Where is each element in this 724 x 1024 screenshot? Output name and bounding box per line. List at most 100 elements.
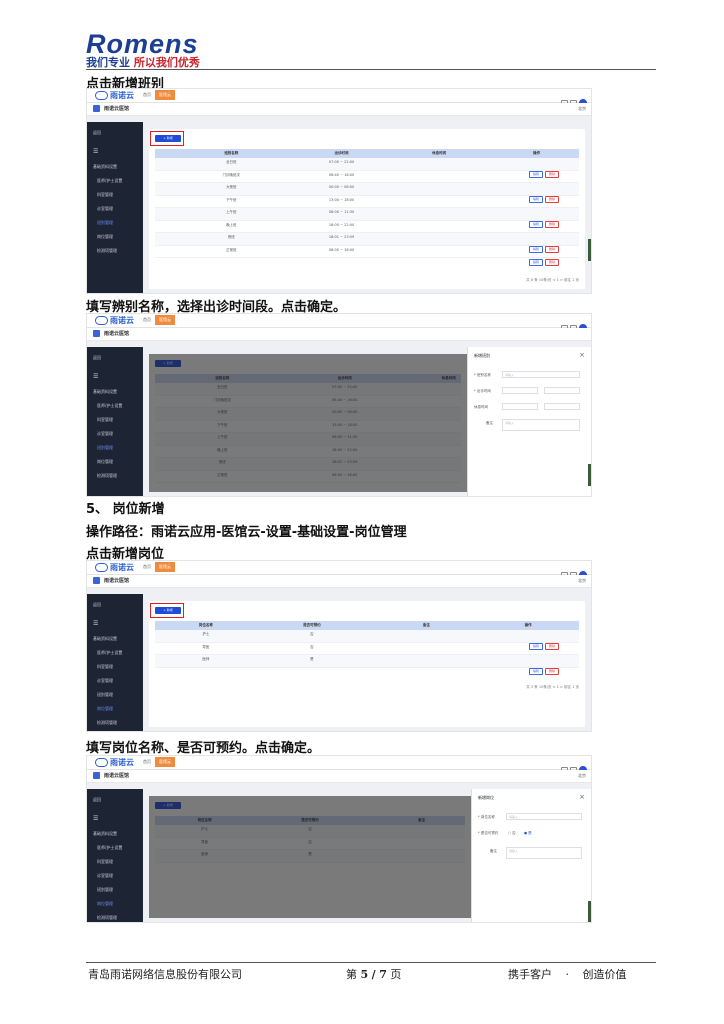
- pagination[interactable]: 共 3 条 10条/页 < 1 > 前往 1 页: [526, 685, 579, 690]
- menu-icon[interactable]: ☰: [93, 373, 98, 380]
- sidebar-item-room[interactable]: 诊室管理: [97, 873, 113, 879]
- remark-textarea[interactable]: 请输入: [502, 419, 580, 431]
- table-row: 正常班 08:00 ~ 18:00 编辑 删除: [155, 246, 579, 266]
- page-title: 雨诺云医馆: [104, 578, 130, 584]
- edit-button[interactable]: 编辑: [529, 668, 543, 675]
- field-label-shift-name: * 班别名称: [474, 373, 491, 377]
- cloud-icon: [95, 563, 108, 572]
- app-square-icon: [93, 577, 100, 584]
- menu-icon[interactable]: ☰: [93, 620, 98, 627]
- menu-icon[interactable]: ☰: [93, 815, 98, 822]
- rest-end-input[interactable]: [544, 403, 580, 410]
- table-cell: 正常班: [226, 247, 237, 252]
- row-actions: 编辑删除: [527, 248, 559, 267]
- radio-yes[interactable]: ● 是: [524, 831, 532, 836]
- sidebar-item-shift[interactable]: 班别管理: [97, 692, 113, 698]
- sidebar-back[interactable]: 返回: [93, 602, 101, 608]
- sidebar-item-basic[interactable]: 基础资料设置: [93, 636, 117, 642]
- logo-slogan: 我们专业 所以我们优秀: [86, 57, 200, 69]
- sidebar-back[interactable]: 返回: [93, 130, 101, 136]
- sidebar-item-post[interactable]: 岗位管理: [97, 901, 113, 907]
- page-subbar: 雨诺云医馆 北京: [87, 103, 591, 116]
- screenshot-shift-drawer: 雨诺云 首页 医馆云 雨诺云医馆 返回 ☰ 基础资料设置 医师/护士设置 科室管…: [86, 313, 592, 497]
- sidebar-item-doctor[interactable]: 医师/护士设置: [97, 845, 122, 851]
- close-icon[interactable]: ×: [579, 793, 585, 801]
- sidebar-item-dept[interactable]: 科室管理: [97, 664, 113, 670]
- sidebar-item-shift[interactable]: 班别管理: [97, 220, 113, 226]
- table-row: 医师是编辑 删除: [155, 655, 579, 675]
- post-name-input[interactable]: 请输入: [506, 813, 582, 820]
- tab-home[interactable]: 首页: [143, 759, 151, 765]
- sidebar-item-test[interactable]: 检测项管理: [97, 720, 117, 726]
- sidebar-item-room[interactable]: 诊室管理: [97, 206, 113, 212]
- sidebar-item-shift[interactable]: 班别管理: [97, 445, 113, 451]
- sidebar-item-dept[interactable]: 科室管理: [97, 859, 113, 865]
- delete-button[interactable]: 删除: [545, 258, 559, 266]
- sidebar-item-basic[interactable]: 基础资料设置: [93, 389, 117, 395]
- tab-home[interactable]: 首页: [143, 92, 151, 98]
- table-cell: 护士: [202, 632, 210, 636]
- page-title: 雨诺云医馆: [104, 331, 130, 337]
- drawer-title: 新增班别: [474, 353, 490, 358]
- field-label-post-name: * 岗位名称: [478, 815, 495, 819]
- table-cell: 下午班: [226, 197, 237, 202]
- close-icon[interactable]: ×: [579, 351, 585, 359]
- sidebar-item-doctor[interactable]: 医师/护士设置: [97, 650, 122, 656]
- scroll-handle[interactable]: [588, 464, 591, 486]
- table-cell: 上午班: [226, 210, 237, 214]
- logo-wordmark: Romens: [86, 29, 199, 59]
- header-rule: [86, 69, 656, 70]
- table-cell: 夜班: [227, 235, 235, 239]
- rest-start-input[interactable]: [502, 403, 538, 410]
- sidebar-item-test[interactable]: 检测项管理: [97, 915, 117, 921]
- sidebar-item-dept[interactable]: 科室管理: [97, 417, 113, 423]
- sidebar-item-test[interactable]: 检测项管理: [97, 473, 117, 479]
- table-row: 下午班13:00 ~ 18:00编辑删除: [155, 196, 579, 216]
- user-location[interactable]: 北京: [578, 773, 586, 779]
- tab-home[interactable]: 首页: [143, 564, 151, 570]
- tab-clinic[interactable]: 医馆云: [155, 90, 175, 100]
- caption-fill-post: 填写岗位名称、是否可预约。点击确定。: [86, 741, 321, 756]
- user-location[interactable]: 北京: [578, 106, 586, 112]
- sidebar-item-post[interactable]: 岗位管理: [97, 459, 113, 465]
- field-label-remark: 备注: [486, 421, 493, 425]
- sidebar-item-test[interactable]: 检测项管理: [97, 248, 117, 254]
- visit-end-input[interactable]: [544, 387, 580, 394]
- sidebar-item-post[interactable]: 岗位管理: [97, 706, 113, 712]
- scroll-handle[interactable]: [588, 239, 591, 261]
- shift-name-input[interactable]: 请输入: [502, 371, 580, 378]
- delete-button[interactable]: 删除: [545, 668, 559, 675]
- scroll-handle[interactable]: [588, 901, 591, 922]
- tab-clinic[interactable]: 医馆云: [155, 315, 175, 325]
- sidebar-item-shift[interactable]: 班别管理: [97, 887, 113, 893]
- field-label-remark: 备注: [490, 849, 497, 853]
- tab-clinic[interactable]: 医馆云: [155, 562, 175, 572]
- pagination[interactable]: 共 8 条 10条/页 < 1 > 前往 1 页: [526, 278, 579, 283]
- sidebar-item-room[interactable]: 诊室管理: [97, 431, 113, 437]
- sidebar-item-basic[interactable]: 基础资料设置: [93, 831, 117, 837]
- highlight-box: [150, 131, 184, 146]
- field-label-rest-time: 休息时间: [474, 405, 488, 409]
- table-row: 上午班 08:00 ~ 11:30 编辑 删除: [155, 208, 579, 228]
- remark-textarea[interactable]: 请输入: [506, 847, 582, 859]
- edit-button[interactable]: 编辑: [529, 258, 543, 266]
- field-label-bookable: * 是否可预约: [478, 831, 499, 835]
- sidebar-item-basic[interactable]: 基础资料设置: [93, 164, 117, 170]
- sidebar-back[interactable]: 返回: [93, 355, 101, 361]
- sidebar-item-post[interactable]: 岗位管理: [97, 234, 113, 240]
- tab-home[interactable]: 首页: [143, 317, 151, 323]
- visit-start-input[interactable]: [502, 387, 538, 394]
- menu-icon[interactable]: ☰: [93, 148, 98, 155]
- sidebar-item-room[interactable]: 诊室管理: [97, 678, 113, 684]
- tab-clinic[interactable]: 医馆云: [155, 757, 175, 767]
- sidebar-back[interactable]: 返回: [93, 797, 101, 803]
- table-cell: 大夜班: [226, 185, 237, 189]
- slogan-part-b: 所以我们优秀: [133, 56, 200, 69]
- sidebar-item-doctor[interactable]: 医师/护士设置: [97, 178, 122, 184]
- sidebar-item-dept[interactable]: 科室管理: [97, 192, 113, 198]
- radio-no[interactable]: ○ 否: [508, 831, 516, 836]
- user-location[interactable]: 北京: [578, 578, 586, 584]
- cloud-icon: [95, 758, 108, 767]
- app-square-icon: [93, 105, 100, 112]
- sidebar-item-doctor[interactable]: 医师/护士设置: [97, 403, 122, 409]
